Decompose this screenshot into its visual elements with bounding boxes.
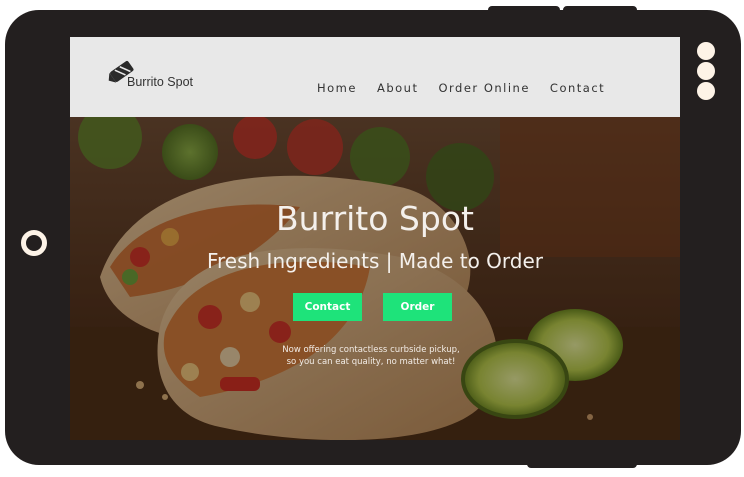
order-button[interactable]: Order (383, 293, 452, 321)
nav-home[interactable]: Home (317, 81, 357, 95)
contact-button[interactable]: Contact (293, 293, 362, 321)
nav-about[interactable]: About (377, 81, 419, 95)
hero-note: Now offering contactless curbside pickup… (70, 344, 672, 368)
nav-menu: Home About Order Online Contact (317, 81, 625, 95)
nav-order-online[interactable]: Order Online (438, 81, 529, 95)
hero-title: Burrito Spot (276, 199, 474, 238)
hero-note-line2: so you can eat quality, no matter what! (286, 357, 456, 367)
dots-icon[interactable] (697, 42, 715, 60)
screen: Burrito Spot Home About Order Online Con… (70, 37, 680, 440)
dots-icon[interactable] (697, 82, 715, 100)
home-ring-icon[interactable] (21, 230, 47, 256)
dots-icon[interactable] (697, 62, 715, 80)
hero-section: Burrito Spot Fresh Ingredients | Made to… (70, 117, 680, 440)
hero-overlay (70, 117, 680, 440)
nav-contact[interactable]: Contact (550, 81, 605, 95)
hero-note-line1: Now offering contactless curbside pickup… (282, 345, 460, 355)
hero-subtitle: Fresh Ingredients | Made to Order (206, 249, 544, 273)
brand-name[interactable]: Burrito Spot (127, 75, 193, 89)
navbar: Burrito Spot Home About Order Online Con… (70, 37, 680, 117)
